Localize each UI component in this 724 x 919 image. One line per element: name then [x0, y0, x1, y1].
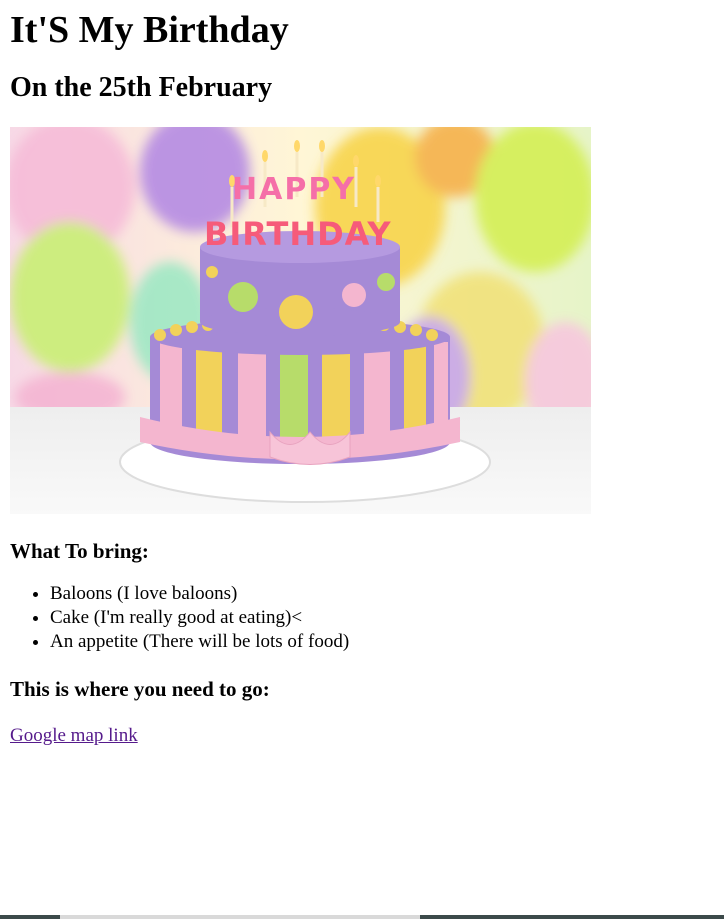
list-item: Cake (I'm really good at eating)< — [50, 606, 710, 630]
where-to-go-heading: This is where you need to go: — [10, 677, 270, 701]
page-content: It'S My Birthday On the 25th February HA… — [10, 0, 710, 748]
birthday-cake-image: HAPPY BIRTHDAY — [10, 127, 591, 514]
page-subtitle: On the 25th February — [10, 72, 273, 103]
bring-list: Baloons (I love baloons) Cake (I'm reall… — [10, 582, 710, 654]
list-item: Baloons (I love baloons) — [50, 582, 710, 606]
page-title: It'S My Birthday — [10, 9, 289, 51]
svg-text:BIRTHDAY: BIRTHDAY — [204, 215, 392, 253]
svg-text:HAPPY: HAPPY — [232, 172, 356, 207]
what-to-bring-heading: What To bring: — [10, 539, 149, 563]
scrollbar-thumb[interactable] — [60, 915, 420, 919]
list-item: An appetite (There will be lots of food) — [50, 630, 710, 654]
horizontal-scrollbar[interactable] — [0, 915, 724, 919]
google-map-link[interactable]: Google map link — [10, 724, 138, 748]
